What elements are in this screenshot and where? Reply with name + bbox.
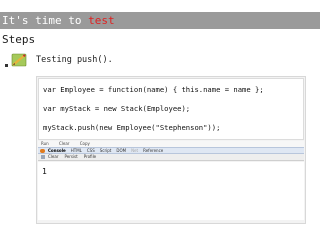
copy-button[interactable]: Copy — [80, 141, 90, 146]
console-output-value: 1 — [42, 167, 47, 176]
clear-button[interactable]: Clear — [59, 141, 69, 146]
tab-console[interactable]: Console — [48, 148, 66, 154]
bullet-item: Testing push(). — [4, 52, 113, 68]
code-line: var Employee = function(name) { this.nam… — [43, 85, 264, 94]
title-prefix: It's time to — [2, 14, 89, 27]
slide: It's time to test Steps Testing push(). … — [0, 0, 320, 240]
profile-button[interactable]: Profile — [84, 154, 96, 160]
firebug-tab-bar: Console HTML CSS Script DOM Net Referenc… — [38, 147, 304, 154]
persist-button[interactable]: Persist — [64, 154, 77, 160]
console-clear-button[interactable]: Clear — [48, 154, 58, 160]
run-button[interactable]: Run — [41, 141, 49, 146]
code-line: var myStack = new Stack(Employee); — [43, 104, 191, 113]
tab-reference[interactable]: Reference — [143, 148, 163, 154]
tab-dom[interactable]: DOM — [116, 148, 126, 154]
bullet-text: Testing push(). — [36, 55, 113, 65]
slide-title: It's time to test — [0, 12, 320, 29]
code-editor[interactable]: var Employee = function(name) { this.nam… — [38, 78, 304, 140]
tab-css[interactable]: CSS — [87, 148, 95, 154]
title-accent: test — [88, 14, 115, 27]
tab-html[interactable]: HTML — [71, 148, 82, 154]
firebug-bug-icon[interactable] — [40, 148, 45, 153]
tab-net[interactable]: Net — [131, 148, 138, 154]
code-line: myStack.push(new Employee("Stephenson"))… — [43, 123, 221, 132]
slide-subtitle: Steps — [2, 33, 36, 46]
inspect-icon[interactable] — [41, 155, 45, 159]
console-output: 1 — [38, 162, 304, 220]
pencil-icon — [4, 52, 30, 68]
console-toolbar: Clear Persist Profile — [38, 154, 304, 161]
tab-script[interactable]: Script — [100, 148, 112, 154]
